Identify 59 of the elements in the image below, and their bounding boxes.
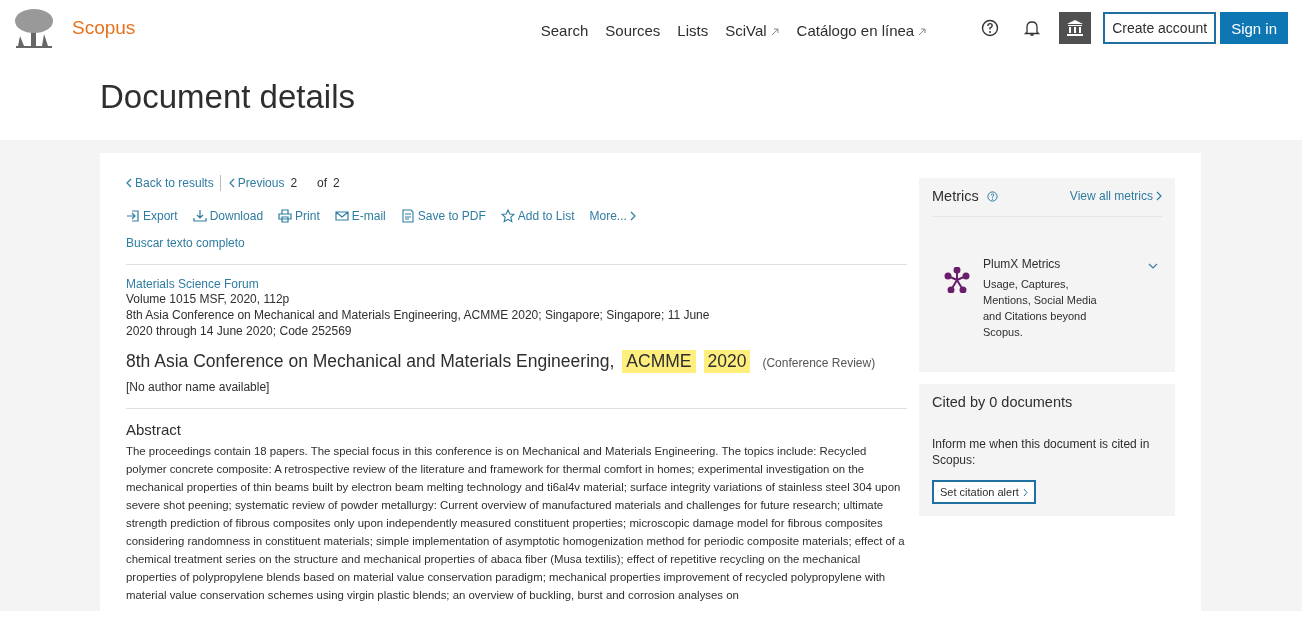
action-link[interactable]: Export — [126, 209, 178, 223]
nav-link[interactable]: Search — [540, 17, 589, 39]
alert-description: Inform me when this document is cited in Scopus: — [932, 436, 1151, 468]
bell-icon[interactable] — [1023, 19, 1042, 37]
printer-icon — [278, 209, 293, 223]
abstract-heading: Abstract — [126, 421, 183, 438]
plumx-logo-icon — [944, 267, 970, 293]
star-icon — [500, 209, 515, 223]
set-citation-alert-button[interactable]: Set citation alert — [932, 480, 1036, 504]
help-icon[interactable] — [981, 19, 1000, 37]
highlighted-term: ACMME — [622, 350, 696, 373]
nav-link[interactable]: Sources — [605, 17, 661, 39]
chevron-right-icon — [1022, 487, 1028, 497]
previous-link[interactable]: Previous — [228, 176, 285, 190]
external-link-icon — [770, 27, 780, 37]
action-link[interactable]: Download — [192, 209, 264, 223]
nav-link[interactable]: SciVal — [725, 17, 780, 39]
action-link[interactable]: Save to PDF — [400, 209, 486, 223]
document-title: 8th Asia Conference on Mechanical and Materials Engineering, — [126, 351, 615, 372]
external-link-icon — [918, 27, 928, 37]
create-account-button[interactable]: Create account — [1103, 12, 1217, 44]
brand-name[interactable]: Scopus — [72, 17, 136, 39]
action-link[interactable]: More... — [589, 209, 636, 223]
institution-button[interactable] — [1059, 12, 1092, 44]
action-link[interactable]: Print — [278, 209, 320, 223]
highlighted-term: 2020 — [703, 350, 751, 373]
nav-link[interactable]: Catálogo en línea — [796, 17, 928, 39]
volume-info: Volume 1015 MSF, 2020, 112p — [126, 291, 291, 307]
cited-by-heading: Cited by 0 documents — [932, 394, 1074, 410]
chevron-right-icon — [1156, 191, 1162, 201]
document-icon — [400, 209, 415, 223]
view-all-metrics-link[interactable]: View all metrics — [1069, 189, 1162, 203]
tree-logo-icon — [12, 8, 56, 48]
envelope-icon — [334, 209, 349, 223]
action-link[interactable]: E-mail — [334, 209, 386, 223]
plumx-title: PlumX Metrics — [983, 257, 1062, 271]
action-link[interactable]: Add to List — [500, 209, 575, 223]
full-text-link[interactable]: Buscar texto completo — [126, 236, 907, 250]
conference-info: 8th Asia Conference on Mechanical and Materials Engineering, ACMME 2020; Singapore; Singapore; 11 June 2020 through 14 June 2020; Code 252569 — [126, 307, 711, 339]
chevron-right-icon — [629, 211, 636, 221]
page-of-text: of — [317, 176, 328, 190]
document-type: (Conference Review) — [762, 356, 876, 370]
export-icon — [126, 209, 140, 223]
metrics-heading: Metrics — [932, 188, 979, 204]
building-icon — [1066, 19, 1085, 37]
page-number: 2 — [290, 176, 298, 190]
author-list: [No author name available] — [126, 380, 907, 394]
download-icon — [192, 209, 207, 223]
page-total: 2 — [333, 176, 340, 190]
sign-in-button[interactable]: Sign in — [1220, 12, 1288, 44]
plumx-description: Usage, Captures, Mentions, Social Media and Citations beyond Scopus. — [983, 277, 1098, 340]
abstract-text: The proceedings contain 18 papers. The special focus in this conference is on Mechanical and Materials Engineering. The topics include: Recycled polymer concrete composite: A retrospective review of the literature and framework for thermal comfort in homes; experimental investigation on the mechanical properties of thin beams built by electron beam melting technology and ti6al4v material; surface integrity variations of stainless steel 304 upon severe shot peening; systematic review of powder metallurgy: Current overview of manufactured materials and challenges for future research; ultimate strength prediction of fibrous composites only upon independently measured constituent properties; microscopic damage model for fibrous composites considering randomness in constituent materials; simple implementation of asymptotic homogenization method for periodic composite materials; effect of a chemical treatment series on the structure and mechanical properties of abaca fiber (Musa textilis); effect of repetitive recycling on the mechanical properties of polypropylene blends based on material value conservation paradigm; mechanical properties improvement of recycled polypropylene with material value conservation schemes using virgin plastic blends; an overview of buckling, burst and corrosion analyses on — [126, 444, 906, 603]
source-title-link[interactable]: Materials Science Forum — [126, 277, 259, 291]
back-to-results-link[interactable]: Back to results — [126, 176, 214, 190]
chevron-left-icon — [228, 178, 235, 188]
chevron-left-icon — [126, 178, 132, 188]
page-title: Document details — [100, 77, 356, 116]
chevron-down-icon[interactable] — [1148, 263, 1158, 269]
nav-link[interactable]: Lists — [677, 17, 709, 39]
